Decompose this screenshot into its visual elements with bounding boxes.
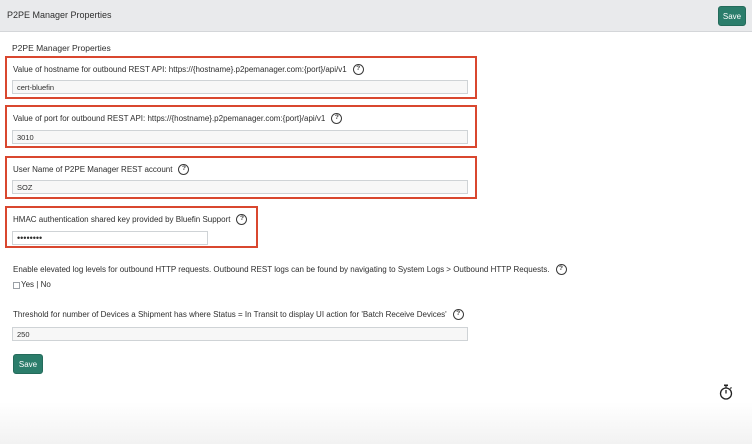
question-circle-icon[interactable]: ? bbox=[178, 164, 190, 175]
section-title: P2PE Manager Properties bbox=[12, 43, 111, 53]
question-circle-icon[interactable]: ? bbox=[236, 214, 248, 225]
username-input[interactable]: SOZ bbox=[12, 180, 468, 194]
question-circle-icon[interactable]: ? bbox=[452, 309, 464, 320]
stopwatch-icon[interactable] bbox=[719, 384, 733, 400]
username-label: User Name of P2PE Manager REST account ? bbox=[13, 164, 190, 175]
yes-no-label: Yes | No bbox=[21, 280, 51, 289]
threshold-label: Threshold for number of Devices a Shipme… bbox=[13, 309, 464, 320]
hostname-input[interactable]: cert-bluefin bbox=[12, 80, 468, 94]
hmac-key-label-text: HMAC authentication shared key provided … bbox=[13, 215, 231, 224]
question-circle-icon[interactable]: ? bbox=[352, 64, 364, 75]
port-label-text: Value of port for outbound REST API: htt… bbox=[13, 114, 326, 123]
hmac-key-label: HMAC authentication shared key provided … bbox=[13, 214, 248, 225]
elevated-log-label-text: Enable elevated log levels for outbound … bbox=[13, 265, 550, 274]
header-save-button[interactable]: Save bbox=[718, 6, 746, 26]
elevated-log-label: Enable elevated log levels for outbound … bbox=[13, 264, 567, 275]
port-label: Value of port for outbound REST API: htt… bbox=[13, 113, 343, 124]
hostname-label: Value of hostname for outbound REST API:… bbox=[13, 64, 364, 75]
question-circle-icon[interactable]: ? bbox=[331, 113, 343, 124]
question-circle-icon[interactable]: ? bbox=[555, 264, 567, 275]
threshold-input[interactable]: 250 bbox=[12, 327, 468, 341]
page-title: P2PE Manager Properties bbox=[7, 10, 112, 20]
threshold-label-text: Threshold for number of Devices a Shipme… bbox=[13, 310, 447, 319]
page-footer bbox=[0, 402, 752, 444]
save-button[interactable]: Save bbox=[13, 354, 43, 374]
username-label-text: User Name of P2PE Manager REST account bbox=[13, 165, 173, 174]
hmac-key-input[interactable]: •••••••• bbox=[12, 231, 208, 245]
header-bar: P2PE Manager Properties Save bbox=[0, 0, 752, 32]
port-input[interactable]: 3010 bbox=[12, 130, 468, 144]
elevated-log-checkbox[interactable] bbox=[13, 282, 20, 289]
hostname-label-text: Value of hostname for outbound REST API:… bbox=[13, 65, 347, 74]
